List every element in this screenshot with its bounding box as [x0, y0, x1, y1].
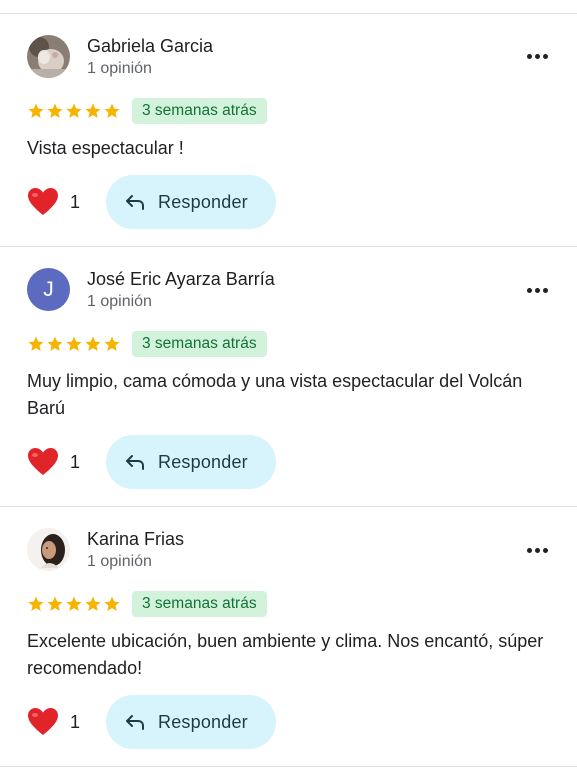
reply-button[interactable]: Responder — [106, 695, 276, 749]
reply-button[interactable]: Responder — [106, 175, 276, 229]
star-icon — [66, 336, 82, 351]
more-options-icon[interactable] — [520, 538, 554, 562]
divider — [0, 506, 577, 507]
time-ago-badge: 3 semanas atrás — [132, 98, 267, 124]
review-text: Muy limpio, cama cómoda y una vista espe… — [27, 371, 523, 418]
reply-label: Responder — [158, 451, 248, 472]
reply-label: Responder — [158, 711, 248, 732]
author-name[interactable]: Gabriela Garcia — [87, 36, 213, 57]
time-ago-badge: 3 semanas atrás — [132, 591, 267, 617]
star-icon — [85, 103, 101, 118]
star-icon — [47, 336, 63, 351]
more-options-icon[interactable] — [520, 44, 554, 68]
heart-icon[interactable] — [27, 187, 59, 217]
author-review-count: 1 opinión — [87, 60, 152, 77]
reply-arrow-icon — [126, 715, 144, 730]
star-icon — [104, 336, 120, 351]
star-icon — [66, 103, 82, 118]
rating-stars — [27, 335, 121, 353]
author-name[interactable]: José Eric Ayarza Barría — [87, 269, 275, 290]
likes-count: 1 — [70, 452, 81, 472]
star-icon — [47, 596, 63, 611]
author-name[interactable]: Karina Frias — [87, 529, 184, 550]
avatar[interactable]: J — [27, 268, 70, 311]
rating-stars — [27, 102, 121, 120]
star-icon — [66, 596, 82, 611]
time-ago-badge: 3 semanas atrás — [132, 331, 267, 357]
review-text: Vista espectacular ! — [27, 138, 184, 158]
star-icon — [85, 336, 101, 351]
reply-arrow-icon — [126, 195, 144, 210]
reply-label: Responder — [158, 191, 248, 212]
star-icon — [47, 103, 63, 118]
author-review-count: 1 opinión — [87, 293, 152, 310]
author-review-count: 1 opinión — [87, 553, 152, 570]
divider — [0, 766, 577, 767]
avatar[interactable] — [27, 528, 70, 571]
divider — [0, 246, 577, 247]
reviews-list: Gabriela Garcia 1 opinión 3 semanas atrá… — [0, 0, 577, 768]
star-icon — [28, 596, 44, 611]
reply-arrow-icon — [126, 455, 144, 470]
review-text: Excelente ubicación, buen ambiente y cli… — [27, 631, 544, 678]
rating-stars — [27, 595, 121, 613]
likes-count: 1 — [70, 192, 81, 212]
star-icon — [28, 103, 44, 118]
divider — [0, 13, 577, 14]
likes-count: 1 — [70, 712, 81, 732]
star-icon — [104, 103, 120, 118]
star-icon — [85, 596, 101, 611]
heart-icon[interactable] — [27, 447, 59, 477]
star-icon — [104, 596, 120, 611]
heart-icon[interactable] — [27, 707, 59, 737]
more-options-icon[interactable] — [520, 278, 554, 302]
avatar[interactable] — [27, 35, 70, 78]
star-icon — [28, 336, 44, 351]
reply-button[interactable]: Responder — [106, 435, 276, 489]
